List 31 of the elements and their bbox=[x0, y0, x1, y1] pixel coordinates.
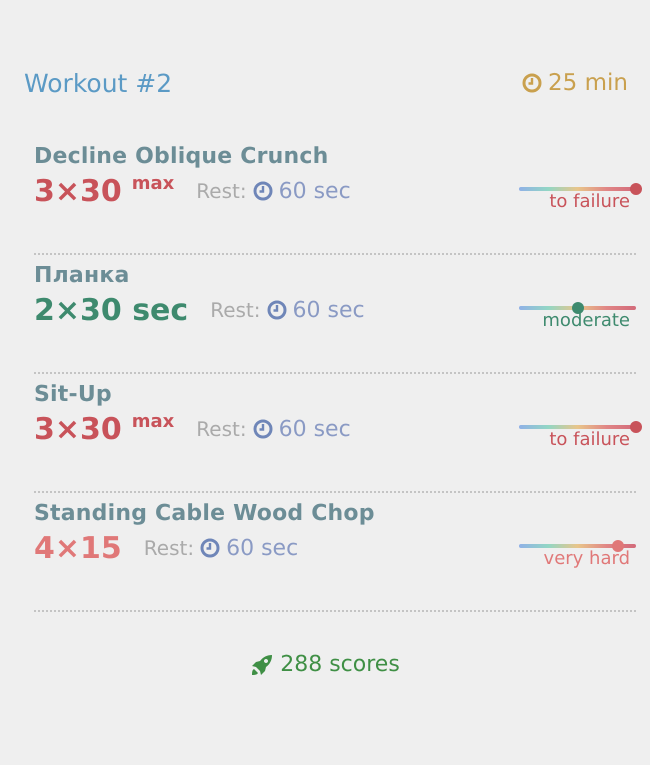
intensity-label: moderate bbox=[542, 310, 630, 330]
clock-icon bbox=[252, 419, 273, 439]
rest-label: Rest: bbox=[144, 536, 194, 560]
max-label: max bbox=[132, 173, 174, 194]
rest-label: Rest: bbox=[196, 179, 247, 203]
clock-icon bbox=[252, 181, 273, 201]
intensity-label: very hard bbox=[544, 548, 630, 568]
rest-time: 60 sec bbox=[226, 536, 298, 560]
intensity-label: to failure bbox=[549, 428, 630, 450]
exercise-name: Standing Cable Wood Chop bbox=[34, 501, 376, 526]
clock-icon bbox=[522, 73, 542, 93]
exercise-name: Decline Oblique Crunch bbox=[34, 144, 330, 169]
sets-reps: 3×30 bbox=[34, 412, 122, 446]
rest-label: Rest: bbox=[196, 417, 247, 441]
duration: 25 min bbox=[548, 70, 628, 96]
rest-time: 60 sec bbox=[278, 178, 351, 204]
rocket-icon bbox=[250, 652, 274, 676]
rest-label: Rest: bbox=[210, 298, 261, 322]
intensity-label: to failure bbox=[549, 190, 630, 212]
clock-icon bbox=[266, 300, 287, 320]
max-label: max bbox=[132, 411, 174, 432]
sets-reps: 2×30 sec bbox=[34, 292, 188, 328]
rest-time: 60 sec bbox=[278, 416, 351, 442]
exercise-name: Планка bbox=[34, 263, 131, 288]
sets-reps: 3×30 bbox=[34, 174, 122, 208]
clock-icon bbox=[200, 538, 220, 558]
sets-reps: 4×15 bbox=[34, 530, 122, 566]
scores-count: 288 scores bbox=[280, 652, 400, 677]
rest-time: 60 sec bbox=[292, 298, 365, 322]
workout-title: Workout #2 bbox=[24, 68, 172, 98]
exercise-name: Sit-Up bbox=[34, 382, 113, 407]
